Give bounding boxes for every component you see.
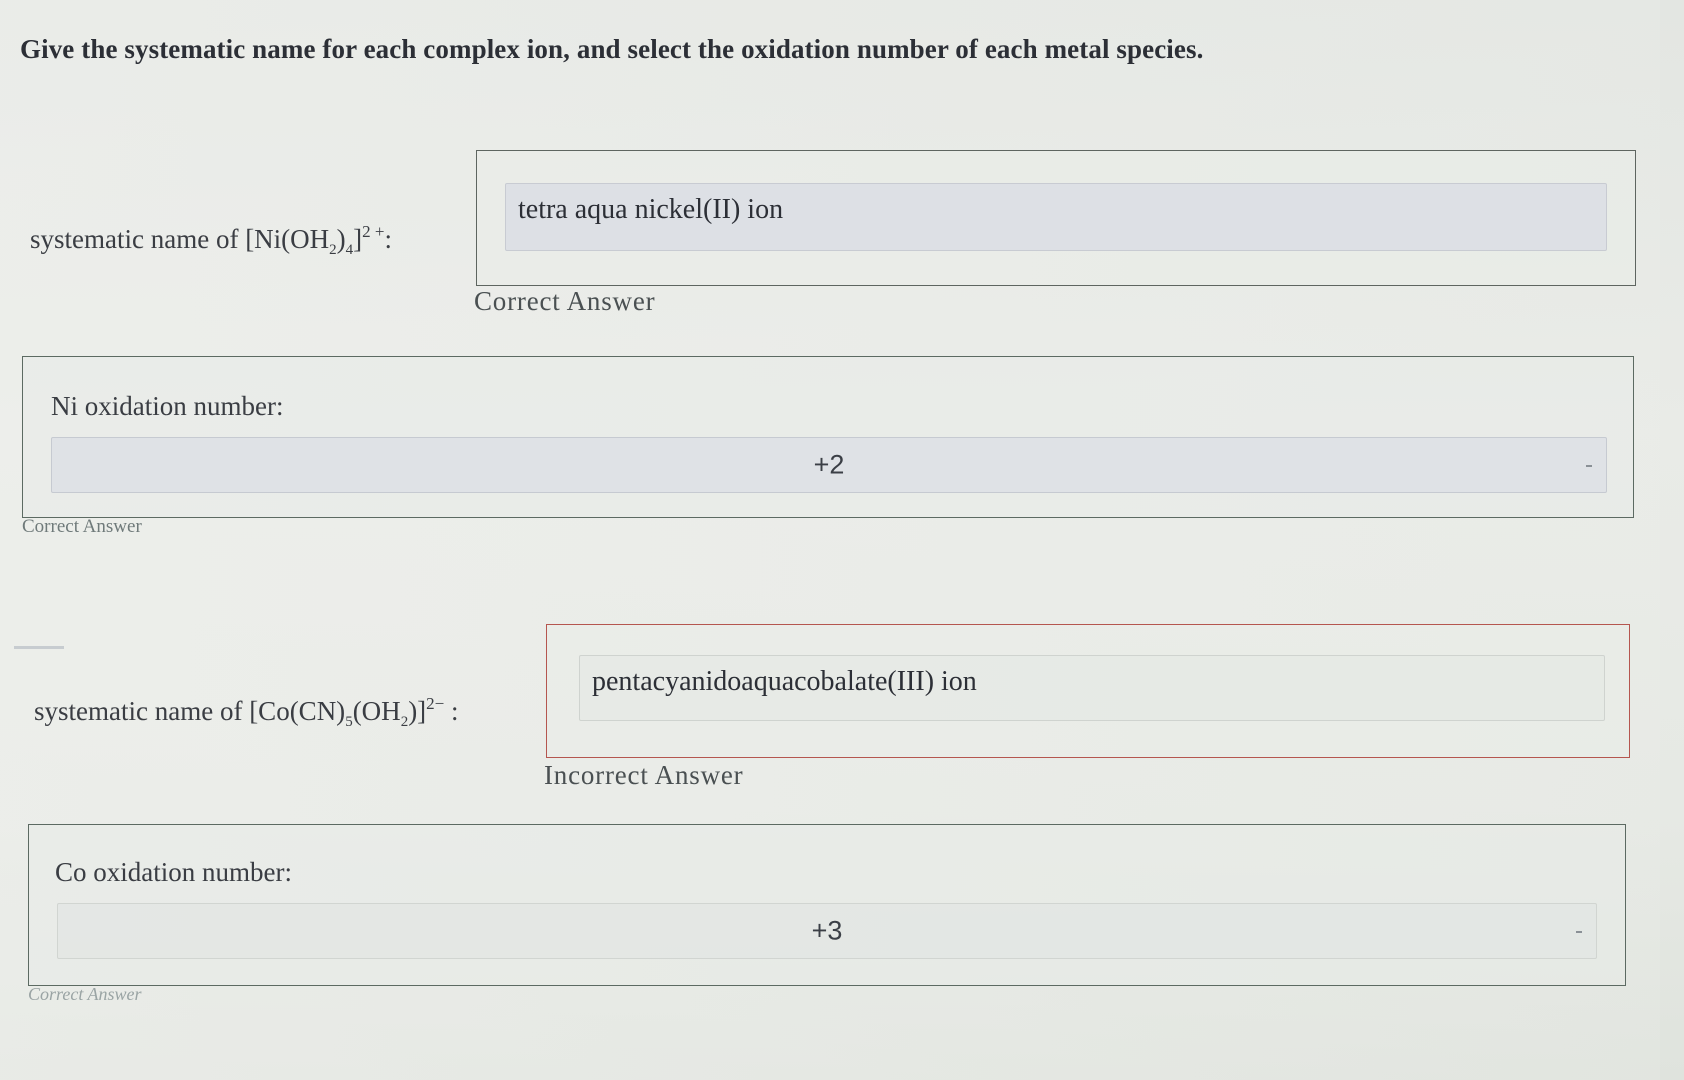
q3-feedback: Incorrect Answer bbox=[544, 760, 744, 790]
q3-answer-input[interactable]: pentacyanidoaquacobalate(III) ion bbox=[579, 655, 1605, 721]
chevron-down-icon bbox=[1576, 931, 1582, 933]
q1-feedback: Correct Answer bbox=[474, 286, 656, 316]
q1-answer-box: tetra aqua nickel(II) ion bbox=[476, 150, 1636, 286]
instructions-text: Give the systematic name for each comple… bbox=[20, 34, 1204, 64]
q3-answer-box: pentacyanidoaquacobalate(III) ion bbox=[546, 624, 1630, 758]
q3-formula-charge: 2− bbox=[426, 694, 445, 713]
ni-oxidation-select[interactable]: +2 bbox=[51, 437, 1607, 493]
q3-formula: [Co(CN)5(OH2)]2− bbox=[249, 694, 445, 730]
q1-formula-sub1: 2 bbox=[329, 242, 337, 258]
q3-label-prefix: systematic name of bbox=[34, 696, 250, 726]
q3-formula-open: [Co(CN) bbox=[249, 696, 346, 726]
q4-feedback: Correct Answer bbox=[28, 984, 142, 1004]
q1-label: systematic name of [Ni(OH2)4]2 +: bbox=[30, 222, 392, 259]
q1-formula-mid: ) bbox=[336, 224, 346, 254]
q1-formula-open: [Ni(OH bbox=[245, 224, 330, 254]
q3-formula-close: )] bbox=[408, 696, 427, 726]
q3-formula-mid: (OH bbox=[352, 696, 401, 726]
q4-panel: Co oxidation number: +3 bbox=[28, 824, 1626, 986]
ni-oxidation-value: +2 bbox=[813, 449, 845, 480]
q2-feedback: Correct Answer bbox=[22, 516, 142, 537]
q3-label-suffix: : bbox=[444, 696, 459, 726]
q1-label-prefix: systematic name of bbox=[30, 224, 246, 254]
question-page: Give the systematic name for each comple… bbox=[0, 0, 1660, 1080]
q1-formula-charge: 2 + bbox=[362, 222, 385, 241]
q1-formula-close: ] bbox=[353, 224, 363, 254]
divider-mark bbox=[14, 646, 64, 649]
q4-label: Co oxidation number: bbox=[55, 857, 292, 887]
q2-label: Ni oxidation number: bbox=[51, 391, 284, 421]
q1-label-suffix: : bbox=[384, 224, 393, 254]
co-oxidation-select[interactable]: +3 bbox=[57, 903, 1597, 959]
q3-formula-sub1: 5 bbox=[345, 714, 353, 730]
q1-formula: [Ni(OH2)4]2 + bbox=[245, 222, 385, 258]
co-oxidation-value: +3 bbox=[811, 915, 843, 946]
q1-answer-input[interactable]: tetra aqua nickel(II) ion bbox=[505, 183, 1607, 251]
chevron-down-icon bbox=[1586, 465, 1592, 467]
q2-panel: Ni oxidation number: +2 bbox=[22, 356, 1634, 518]
q3-label: systematic name of [Co(CN)5(OH2)]2− : bbox=[34, 694, 459, 731]
